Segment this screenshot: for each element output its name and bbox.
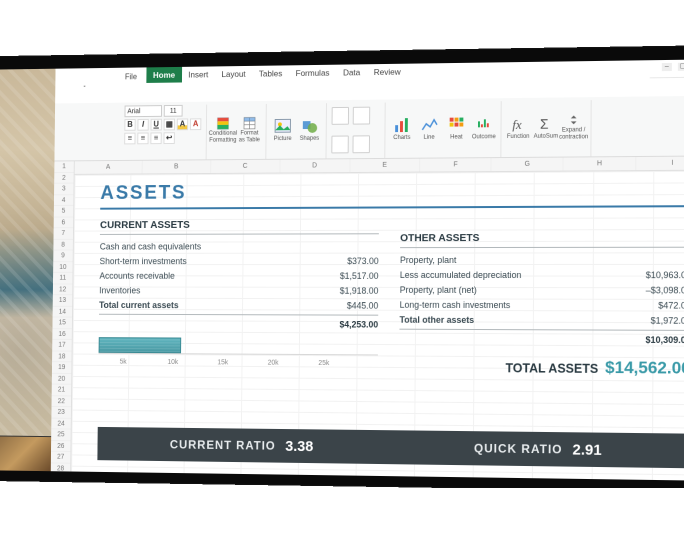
wrap-text-button[interactable]: ↩	[163, 132, 174, 144]
tab-review[interactable]: Review	[367, 64, 408, 80]
align-center-button[interactable]: ≡	[137, 133, 148, 145]
line-item: Inventories$1,918.00	[99, 283, 378, 298]
font-size-select[interactable]: 11	[164, 105, 183, 117]
line-item: Long-term cash investments$472.00	[400, 297, 684, 313]
fill-color-button[interactable]: A	[177, 118, 188, 130]
current-ratio-label: CURRENT RATIO	[170, 438, 276, 453]
align-right-button[interactable]: ≡	[150, 132, 161, 144]
grand-total: TOTAL ASSETS $14,562.00	[399, 356, 684, 378]
expand-collapse-button[interactable]: Expand / contraction	[562, 113, 586, 141]
autosum-button[interactable]: Σ AutoSum	[534, 114, 558, 142]
tab-layout[interactable]: Layout	[215, 66, 253, 82]
function-button[interactable]: fx Function	[506, 114, 530, 142]
line-item: Less accumulated depreciation$10,963.00	[400, 267, 684, 282]
quick-ratio-label: QUICK RATIO	[474, 441, 563, 456]
svg-text:fx: fx	[512, 118, 522, 132]
spreadsheet-window: Paste ✂Cut ⧉Copy 🖌Form. – ▢ ✕ File Home …	[51, 59, 684, 480]
align-group-icon[interactable]	[331, 135, 348, 153]
tab-data[interactable]: Data	[336, 64, 367, 80]
border-button[interactable]: ▦	[164, 119, 175, 131]
format-as-table-button[interactable]: Format as Table	[238, 117, 261, 145]
underline-button[interactable]: U	[151, 119, 162, 131]
assets-bar-chart: 5k10k15k20k25k	[98, 337, 378, 367]
bold-button[interactable]: B	[124, 119, 135, 131]
tab-home[interactable]: Home	[146, 67, 181, 83]
subtotal-row: Total other assets $1,972.00	[399, 312, 684, 328]
line-item: Cash and cash equivalents	[100, 238, 379, 253]
subtotal-row: Total current assets $445.00	[99, 297, 378, 312]
conditional-formatting-button[interactable]: Conditional Formatting	[211, 117, 234, 145]
taskbar-thumbnail[interactable]	[0, 435, 51, 471]
italic-button[interactable]: I	[137, 119, 148, 131]
maximize-button[interactable]: ▢	[678, 63, 684, 71]
current-ratio-value: 3.38	[285, 437, 313, 454]
tab-insert[interactable]: Insert	[182, 66, 215, 82]
sparkline-heat-button[interactable]: Heat	[445, 115, 469, 143]
font-name-select[interactable]: Arial	[125, 105, 163, 117]
insert-shapes-button[interactable]: Shapes	[298, 116, 321, 144]
charts-button[interactable]: Charts	[390, 115, 413, 143]
sparkline-outcome-button[interactable]: Outcome	[472, 114, 496, 142]
total-row: $4,253.00	[99, 314, 378, 332]
quick-ratio-value: 2.91	[572, 441, 601, 459]
section-header-current: CURRENT ASSETS	[100, 218, 379, 235]
align-group-icon[interactable]	[352, 135, 369, 153]
align-group-icon[interactable]	[353, 106, 370, 124]
file-menu[interactable]: File	[122, 70, 140, 83]
ribbon: Arial 11 B I U ▦ A A ≡	[54, 96, 684, 162]
minimize-button[interactable]: –	[662, 63, 672, 71]
align-group-icon[interactable]	[332, 106, 349, 124]
line-item: Property, plant (net)–$3,098.00	[400, 282, 684, 298]
tab-tables[interactable]: Tables	[252, 65, 289, 81]
font-color-button[interactable]: A	[190, 118, 201, 130]
section-header-other: OTHER ASSETS	[400, 232, 684, 249]
line-item: Short-term investments$373.00	[100, 253, 379, 268]
line-item: Property, plant	[400, 252, 684, 267]
sparkline-line-button[interactable]: Line	[417, 115, 441, 143]
insert-picture-button[interactable]: Picture	[271, 116, 294, 144]
sheet-title: ASSETS	[100, 179, 684, 210]
svg-text:Σ: Σ	[540, 116, 549, 132]
line-item: Accounts receivable$1,517.00	[99, 268, 378, 283]
tab-formulas[interactable]: Formulas	[289, 65, 336, 81]
total-row: $10,309.00	[399, 329, 684, 348]
align-left-button[interactable]: ≡	[124, 133, 135, 145]
